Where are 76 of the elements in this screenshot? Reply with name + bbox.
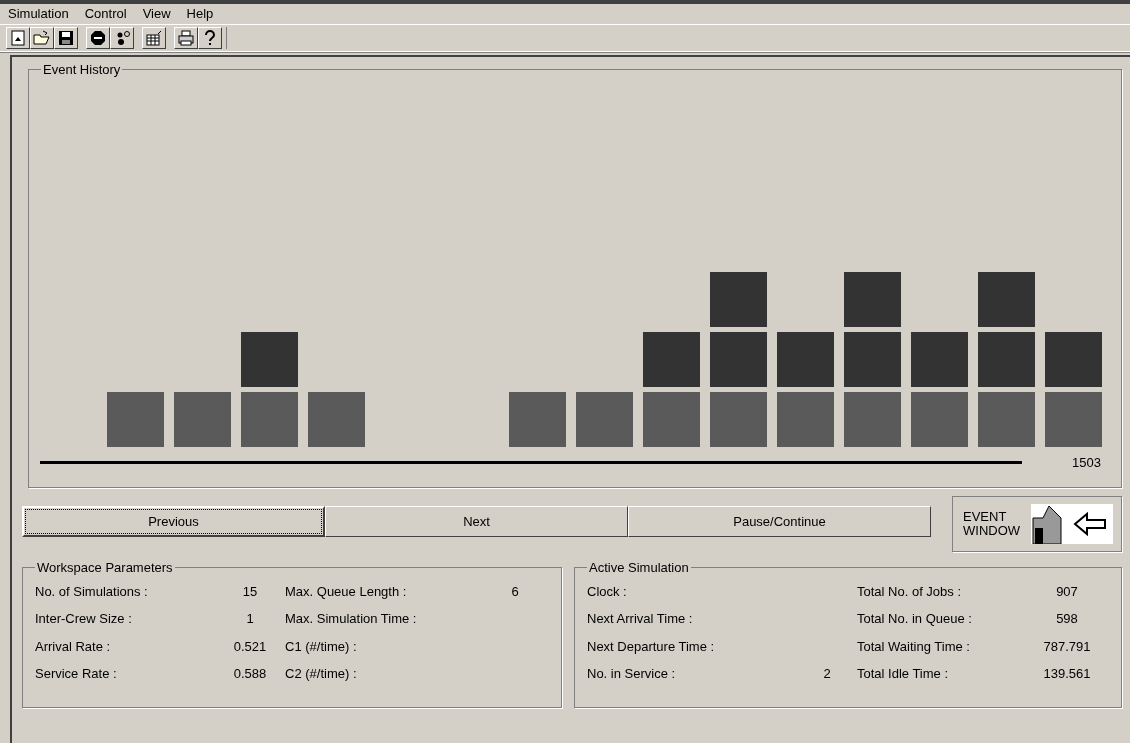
event-block xyxy=(710,391,767,447)
field-value: 2 xyxy=(822,665,832,683)
open-folder-icon xyxy=(33,29,51,47)
field-label: Inter-Crew Size : xyxy=(35,610,133,628)
field-label: Service Rate : xyxy=(35,665,118,683)
event-block xyxy=(978,331,1035,387)
field-label: Next Departure Time : xyxy=(587,637,716,656)
event-block xyxy=(174,391,231,447)
event-block xyxy=(1045,391,1102,447)
event-block xyxy=(844,391,901,447)
field-label: Max. Simulation Time : xyxy=(285,610,418,628)
toolbar-button[interactable] xyxy=(174,27,198,49)
event-block xyxy=(107,391,164,447)
field-value: 6 xyxy=(510,582,520,601)
event-block xyxy=(777,331,834,387)
event-block xyxy=(308,391,365,447)
field-label: Max. Queue Length : xyxy=(285,582,408,601)
stop-sign-icon xyxy=(89,29,107,47)
event-block xyxy=(576,391,633,447)
field-label: Total No. of Jobs : xyxy=(857,582,963,601)
menu-item[interactable]: Help xyxy=(186,4,214,24)
field-label: Next Arrival Time : xyxy=(587,610,694,628)
nav-button[interactable]: Pause/Continue xyxy=(628,506,931,537)
event-block xyxy=(643,391,700,447)
field-label: Total No. in Queue : xyxy=(857,610,973,628)
event-block xyxy=(911,331,968,387)
group-title: Event History xyxy=(42,61,122,79)
event-block xyxy=(978,391,1035,447)
event-block xyxy=(710,331,767,387)
event-block xyxy=(509,391,566,447)
menu-item[interactable]: View xyxy=(142,4,171,24)
timeline-end-label: 1503 xyxy=(1072,453,1101,472)
event-window-label: EVENT WINDOW xyxy=(963,510,1022,538)
field-value: 787.791 xyxy=(1042,637,1092,656)
menu-item[interactable]: Simulation xyxy=(8,4,69,24)
event-block xyxy=(643,331,700,387)
event-block xyxy=(241,391,298,447)
event-block xyxy=(777,391,834,447)
toolbar-button[interactable] xyxy=(6,27,30,49)
event-block xyxy=(241,331,298,387)
toolbar-button[interactable] xyxy=(54,27,78,49)
toolbar-button[interactable] xyxy=(110,27,134,49)
new-document-icon xyxy=(9,29,27,47)
group-title: Active Simulation xyxy=(588,559,690,577)
group-title: Workspace Parameters xyxy=(36,559,174,577)
nav-button[interactable]: Next xyxy=(325,506,628,537)
field-label: No. of Simulations : xyxy=(35,582,149,601)
event-block xyxy=(710,271,767,327)
field-value: 1 xyxy=(245,610,255,628)
field-label: Total Waiting Time : xyxy=(857,637,971,656)
field-label: Arrival Rate : xyxy=(35,637,112,656)
event-block xyxy=(978,271,1035,327)
field-value: 15 xyxy=(241,582,259,601)
event-block xyxy=(1045,331,1102,387)
field-label: C1 (#/time) : xyxy=(285,637,358,656)
field-value: 0.588 xyxy=(232,665,268,683)
event-block xyxy=(911,391,968,447)
table-icon xyxy=(145,29,163,47)
printer-icon xyxy=(177,29,195,47)
menu-item[interactable]: Control xyxy=(84,4,127,24)
event-block xyxy=(844,331,901,387)
field-value: 598 xyxy=(1055,610,1079,628)
field-value: 139.561 xyxy=(1042,665,1092,683)
field-label: C2 (#/time) : xyxy=(285,665,358,683)
toolbar-button[interactable] xyxy=(86,27,110,49)
field-label: No. in Service : xyxy=(587,665,677,683)
field-label: Clock : xyxy=(587,582,628,601)
field-value: 907 xyxy=(1055,582,1079,601)
event-block xyxy=(844,271,901,327)
field-value: 0.521 xyxy=(232,637,268,656)
toolbar-button[interactable] xyxy=(198,27,222,49)
field-label: Total Idle Time : xyxy=(857,665,950,683)
toolbar-button[interactable] xyxy=(142,27,166,49)
toolbar-button[interactable] xyxy=(30,27,54,49)
nav-button[interactable]: Previous xyxy=(22,506,325,537)
save-icon xyxy=(57,29,75,47)
